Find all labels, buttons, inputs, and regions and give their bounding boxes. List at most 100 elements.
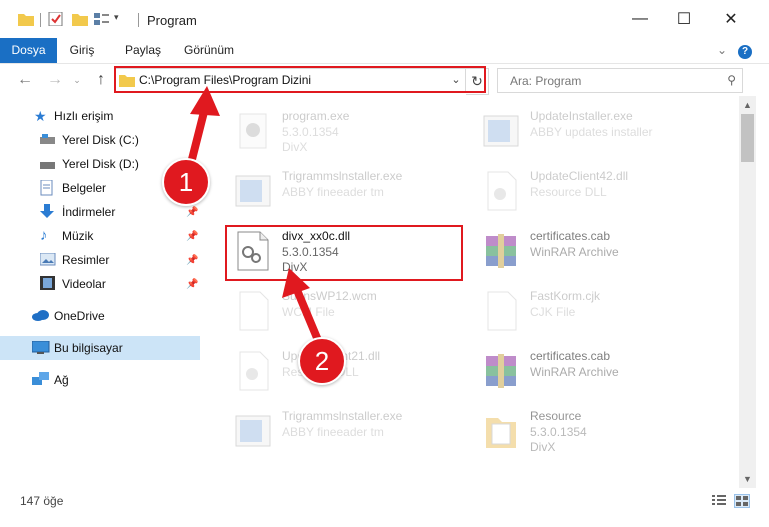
installer-icon	[234, 170, 272, 212]
list-item[interactable]: UpdateClient21.dll Resource DLL	[220, 340, 470, 400]
list-item[interactable]: certificates.cab WinRAR Archive	[468, 220, 718, 280]
archive-icon	[482, 350, 520, 392]
list-item[interactable]: FastKorm.cjk CJK File	[468, 280, 718, 340]
download-icon	[40, 204, 56, 218]
file-detail: DivX	[530, 440, 556, 454]
highlight-box-file	[225, 225, 463, 281]
up-arrow-icon[interactable]: ↑	[90, 68, 112, 92]
scroll-down-icon[interactable]: ▼	[739, 470, 756, 487]
list-item[interactable]: Trigrammslnstaller.exe ABBY fineeader tm	[220, 160, 470, 220]
file-name: program.exe	[282, 109, 350, 123]
address-row: ← → ⌄ ↑ C:\Program Files\Program Dizini …	[0, 64, 769, 96]
file-detail: WinRAR Archive	[530, 365, 619, 379]
ribbon-tabs: Dosya Giriş Paylaş Görünüm ⌄ ?	[0, 38, 769, 64]
customize-toolbar-icon[interactable]: ▾	[114, 12, 130, 26]
music-icon: ♪	[40, 227, 48, 244]
forward-arrow-icon[interactable]: →	[44, 68, 66, 92]
list-item[interactable]: SubnsWP12.wcm WCM File	[220, 280, 470, 340]
sidebar-item-disk-c[interactable]: Yerel Disk (C:)	[0, 128, 200, 152]
folder-icon[interactable]	[18, 12, 34, 26]
dll-icon	[234, 350, 272, 392]
archive-icon	[482, 230, 520, 272]
highlight-box-address	[114, 66, 486, 93]
file-detail: WinRAR Archive	[530, 245, 619, 259]
minimize-button[interactable]: —	[618, 4, 662, 34]
item-count: 147 öğe	[20, 494, 64, 508]
search-icon: ⚲	[727, 73, 736, 87]
file-detail: Resource DLL	[530, 185, 607, 199]
list-item[interactable]: Trigrammslnstaller.exe ABBY fineeader tm	[220, 400, 470, 460]
separator	[40, 13, 41, 27]
sidebar-item-label: Ağ	[54, 373, 69, 387]
tab-view[interactable]: Görünüm	[178, 38, 240, 63]
help-badge: ?	[738, 45, 752, 59]
pin-icon[interactable]: 📌	[186, 207, 198, 218]
list-item[interactable]: Resource 5.3.0.1354 DivX	[468, 400, 718, 460]
sidebar-item-downloads[interactable]: İndirmeler 📌	[0, 200, 200, 224]
file-list: program.exe 5.3.0.1354 DivX UpdateInstal…	[212, 96, 738, 486]
star-icon: ★	[34, 108, 47, 124]
maximize-button[interactable]: ☐	[662, 4, 706, 34]
list-item[interactable]: UpdateInstaller.exe ABBY updates install…	[468, 100, 718, 160]
list-item[interactable]: program.exe 5.3.0.1354 DivX	[220, 100, 470, 160]
drive-icon	[40, 134, 56, 148]
vertical-scrollbar[interactable]: ▲ ▼	[739, 96, 756, 488]
file-detail: CJK File	[530, 305, 576, 319]
sidebar-item-label: OneDrive	[54, 309, 105, 323]
file-name: FastKorm.cjk	[530, 289, 601, 303]
tab-share[interactable]: Paylaş	[115, 38, 171, 63]
details-view-icon[interactable]	[712, 494, 726, 506]
sidebar-item-pictures[interactable]: Resimler 📌	[0, 248, 200, 272]
tab-file[interactable]: Dosya	[0, 38, 57, 63]
view-options-icon[interactable]	[94, 12, 110, 26]
sidebar-item-music[interactable]: ♪ Müzik 📌	[0, 224, 200, 248]
sidebar-item-quick-access[interactable]: ★ Hızlı erişim	[0, 104, 200, 128]
chevron-down-icon[interactable]: ⌄	[712, 38, 732, 63]
sidebar-item-label: Videolar	[62, 277, 106, 291]
new-folder-icon[interactable]	[72, 12, 88, 26]
recent-locations-icon[interactable]: ⌄	[66, 68, 88, 92]
list-item[interactable]: UpdateClient42.dll Resource DLL	[468, 160, 718, 220]
properties-icon[interactable]	[48, 11, 64, 27]
video-icon	[40, 276, 56, 290]
sidebar-item-label: Müzik	[62, 229, 94, 243]
file-detail: ABBY fineeader tm	[282, 425, 384, 439]
file-name: UpdateClient42.dll	[530, 169, 629, 183]
sidebar-item-videos[interactable]: Videolar 📌	[0, 272, 200, 296]
back-arrow-icon[interactable]: ←	[14, 68, 36, 92]
callout-step-2: 2	[298, 337, 346, 385]
file-name: Trigrammslnstaller.exe	[282, 169, 403, 183]
search-input[interactable]: Ara: Program ⚲	[497, 68, 743, 93]
file-name: SubnsWP12.wcm	[282, 289, 377, 303]
sidebar-item-this-pc[interactable]: Bu bilgisayar	[0, 336, 200, 360]
file-detail: 5.3.0.1354	[530, 425, 587, 439]
file-detail: 5.3.0.1354	[282, 125, 339, 139]
pin-icon[interactable]: 📌	[186, 255, 198, 266]
list-item[interactable]: certificates.cab WinRAR Archive	[468, 340, 718, 400]
dll-icon	[482, 170, 520, 212]
sidebar-item-onedrive[interactable]: OneDrive	[0, 304, 200, 328]
scroll-up-icon[interactable]: ▲	[739, 96, 756, 113]
sidebar-item-label: Resimler	[62, 253, 110, 267]
file-name: Resource	[530, 409, 582, 423]
sidebar-item-label: Yerel Disk (C:)	[62, 133, 139, 147]
pin-icon[interactable]: 📌	[186, 279, 198, 290]
close-button[interactable]: ✕	[709, 4, 753, 34]
file-icon	[234, 290, 272, 332]
callout-step-1: 1	[162, 158, 210, 206]
file-detail: ABBY updates installer	[530, 125, 653, 139]
pin-icon[interactable]: 📌	[186, 231, 198, 242]
help-icon[interactable]: ?	[735, 38, 755, 63]
separator	[138, 13, 139, 27]
sidebar-item-network[interactable]: Ağ	[0, 368, 200, 392]
file-name: certificates.cab	[530, 229, 611, 243]
file-name: Trigrammslnstaller.exe	[282, 409, 403, 423]
file-detail: WCM File	[282, 305, 335, 319]
tab-home[interactable]: Giriş	[57, 38, 107, 63]
title-bar: ▾ Program — ☐ ✕	[0, 0, 769, 38]
status-bar: 147 öğe	[0, 488, 769, 512]
scroll-thumb[interactable]	[741, 114, 754, 162]
documents-icon	[40, 179, 56, 196]
navigation-pane: ★ Hızlı erişim Yerel Disk (C:) Yerel Dis…	[0, 96, 210, 486]
tiles-view-icon[interactable]	[734, 494, 750, 508]
